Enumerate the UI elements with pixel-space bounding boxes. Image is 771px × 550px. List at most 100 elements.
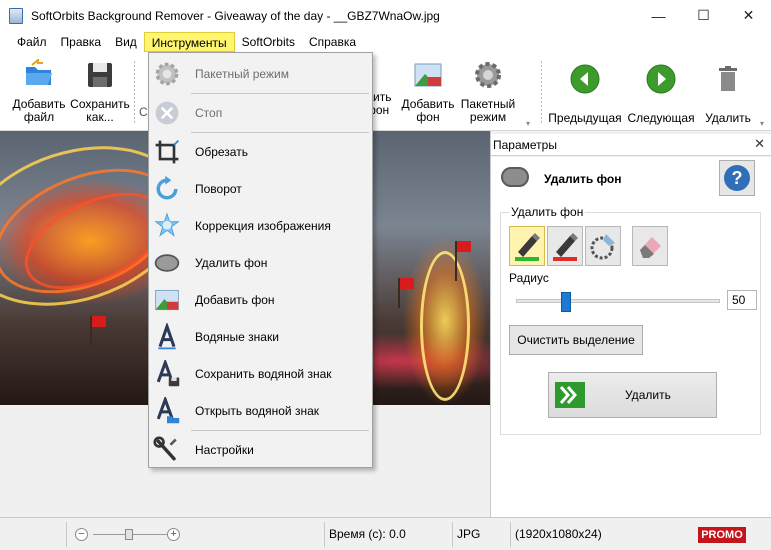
menu-item-label: Поворот <box>195 182 242 196</box>
remove-marker-button[interactable] <box>547 226 583 266</box>
add-background-icon <box>414 63 442 87</box>
add-file-label: Добавить файл <box>12 97 66 124</box>
clear-selection-button[interactable]: Очистить выделение <box>509 325 643 355</box>
menu-item-label: Обрезать <box>195 145 248 159</box>
watermark-icon <box>152 322 182 352</box>
toolbar-partial-label: С <box>139 105 148 119</box>
menu-item-save-watermark[interactable]: Сохранить водяной знак <box>149 356 372 392</box>
zoom-in-button[interactable]: + <box>167 528 180 541</box>
image-correction-icon <box>152 211 182 241</box>
menu-item-open-watermark[interactable]: Открыть водяной знак <box>149 393 372 429</box>
toolbar-grip-2: ▾ <box>760 119 765 128</box>
menu-item-stop[interactable]: Стоп <box>149 95 372 131</box>
menu-item-label: Добавить фон <box>195 293 275 307</box>
flag-1 <box>457 241 471 252</box>
save-as-button[interactable]: Сохранить как... <box>69 59 131 124</box>
open-watermark-icon <box>152 396 182 426</box>
menu-item-rotate[interactable]: Поворот <box>149 171 372 207</box>
processing-time: Время (с): 0.0 <box>324 522 452 547</box>
menu-item-settings[interactable]: Настройки <box>149 432 372 468</box>
remove-background-group: Удалить фон Радиус 50 Очистить выделение… <box>500 205 761 435</box>
flag-2 <box>400 278 414 289</box>
delete-label: Удалить <box>705 111 751 125</box>
keep-marker-button[interactable] <box>509 226 545 266</box>
menu-item-label: Открыть водяной знак <box>195 404 320 418</box>
next-button[interactable]: Следующая <box>626 59 696 125</box>
close-button[interactable]: ✕ <box>726 0 771 31</box>
maximize-button[interactable]: ☐ <box>681 0 726 31</box>
save-as-label: Сохранить как... <box>70 97 130 124</box>
title-bar: SoftOrbits Background Remover - Giveaway… <box>0 0 771 31</box>
group-label: Удалить фон <box>509 205 586 219</box>
toolbar-separator-2 <box>541 61 542 123</box>
menu-tools[interactable]: Инструменты <box>143 32 235 52</box>
previous-label: Предыдущая <box>548 111 622 125</box>
minimize-button[interactable]: — <box>636 0 681 31</box>
menu-item-label: Настройки <box>195 443 254 457</box>
zoom-slider-thumb[interactable] <box>125 529 133 540</box>
menu-help[interactable]: Справка <box>302 32 363 52</box>
menu-separator <box>191 132 369 133</box>
tools-dropdown-menu: Пакетный режим Стоп Обрезать Поворот Кор… <box>148 52 373 468</box>
menu-view[interactable]: Вид <box>108 32 144 52</box>
remove-button-label: Удалить <box>625 388 671 402</box>
help-button[interactable]: ? <box>719 160 755 196</box>
gear-icon <box>152 59 182 89</box>
light-swirl-4 <box>420 251 470 401</box>
menu-item-label: Сохранить водяной знак <box>195 367 332 381</box>
menu-separator <box>191 93 369 94</box>
menu-item-add-background[interactable]: Добавить фон <box>149 282 372 318</box>
menu-item-label: Стоп <box>195 106 223 120</box>
remove-button[interactable]: Удалить <box>548 372 717 418</box>
floppy-disk-icon <box>88 63 112 87</box>
menu-item-remove-background[interactable]: Удалить фон <box>149 245 372 281</box>
flag-3 <box>92 316 106 327</box>
add-background-icon <box>152 285 182 315</box>
green-marker-icon <box>515 233 540 261</box>
delete-button[interactable]: Удалить <box>700 59 756 125</box>
menu-item-image-correction[interactable]: Коррекция изображения <box>149 208 372 244</box>
file-format: JPG <box>452 522 510 547</box>
panel-title: Параметры <box>493 138 557 152</box>
radius-slider[interactable] <box>516 292 720 312</box>
menu-item-watermarks[interactable]: Водяные знаки <box>149 319 372 355</box>
remove-background-icon <box>152 248 182 278</box>
arrow-right-icon <box>646 64 676 94</box>
menu-file[interactable]: Файл <box>10 32 54 52</box>
rotate-icon <box>152 174 182 204</box>
parameters-panel: Параметры ✕ Удалить фон ? Удалить фон Ра… <box>490 131 771 517</box>
green-arrow-icon <box>555 382 585 408</box>
folder-open-icon <box>26 57 52 85</box>
next-label: Следующая <box>627 111 695 125</box>
status-bar: − + Время (с): 0.0 JPG (1920x1080x24) PR… <box>0 517 771 550</box>
menu-item-batch-mode[interactable]: Пакетный режим <box>149 56 372 92</box>
zoom-control: − + <box>66 522 324 547</box>
auto-select-button[interactable] <box>585 226 621 266</box>
menu-item-crop[interactable]: Обрезать <box>149 134 372 170</box>
radius-value-input[interactable]: 50 <box>727 290 757 310</box>
add-file-button[interactable]: Добавить файл <box>10 57 68 124</box>
menu-softorbits[interactable]: SoftOrbits <box>235 32 302 52</box>
lasso-tool-icon <box>590 234 615 260</box>
menu-edit[interactable]: Правка <box>54 32 109 52</box>
batch-toolbar-button[interactable]: Пакетный режим <box>459 59 517 124</box>
radius-label: Радиус <box>509 271 549 285</box>
add-background-toolbar-button[interactable]: Добавить фон <box>399 59 457 124</box>
batch-toolbar-label: Пакетный режим <box>460 97 516 124</box>
previous-button[interactable]: Предыдущая <box>548 59 622 125</box>
section-title: Удалить фон <box>544 172 622 186</box>
panel-close-button[interactable]: ✕ <box>754 136 765 152</box>
eraser-button[interactable] <box>632 226 668 266</box>
window-title: SoftOrbits Background Remover - Giveaway… <box>31 8 440 23</box>
menu-item-label: Удалить фон <box>195 256 268 270</box>
eraser-icon <box>640 237 661 258</box>
zoom-out-button[interactable]: − <box>75 528 88 541</box>
menu-item-label: Водяные знаки <box>195 330 279 344</box>
settings-wrench-icon <box>152 435 182 465</box>
trash-icon <box>719 66 737 91</box>
promo-badge[interactable]: PROMO <box>698 527 746 543</box>
panel-body: Удалить фон ? Удалить фон Радиус 50 Очис… <box>491 157 771 517</box>
add-background-toolbar-label: Добавить фон <box>401 97 455 124</box>
radius-slider-thumb[interactable] <box>561 292 571 312</box>
remove-background-icon <box>501 167 529 187</box>
